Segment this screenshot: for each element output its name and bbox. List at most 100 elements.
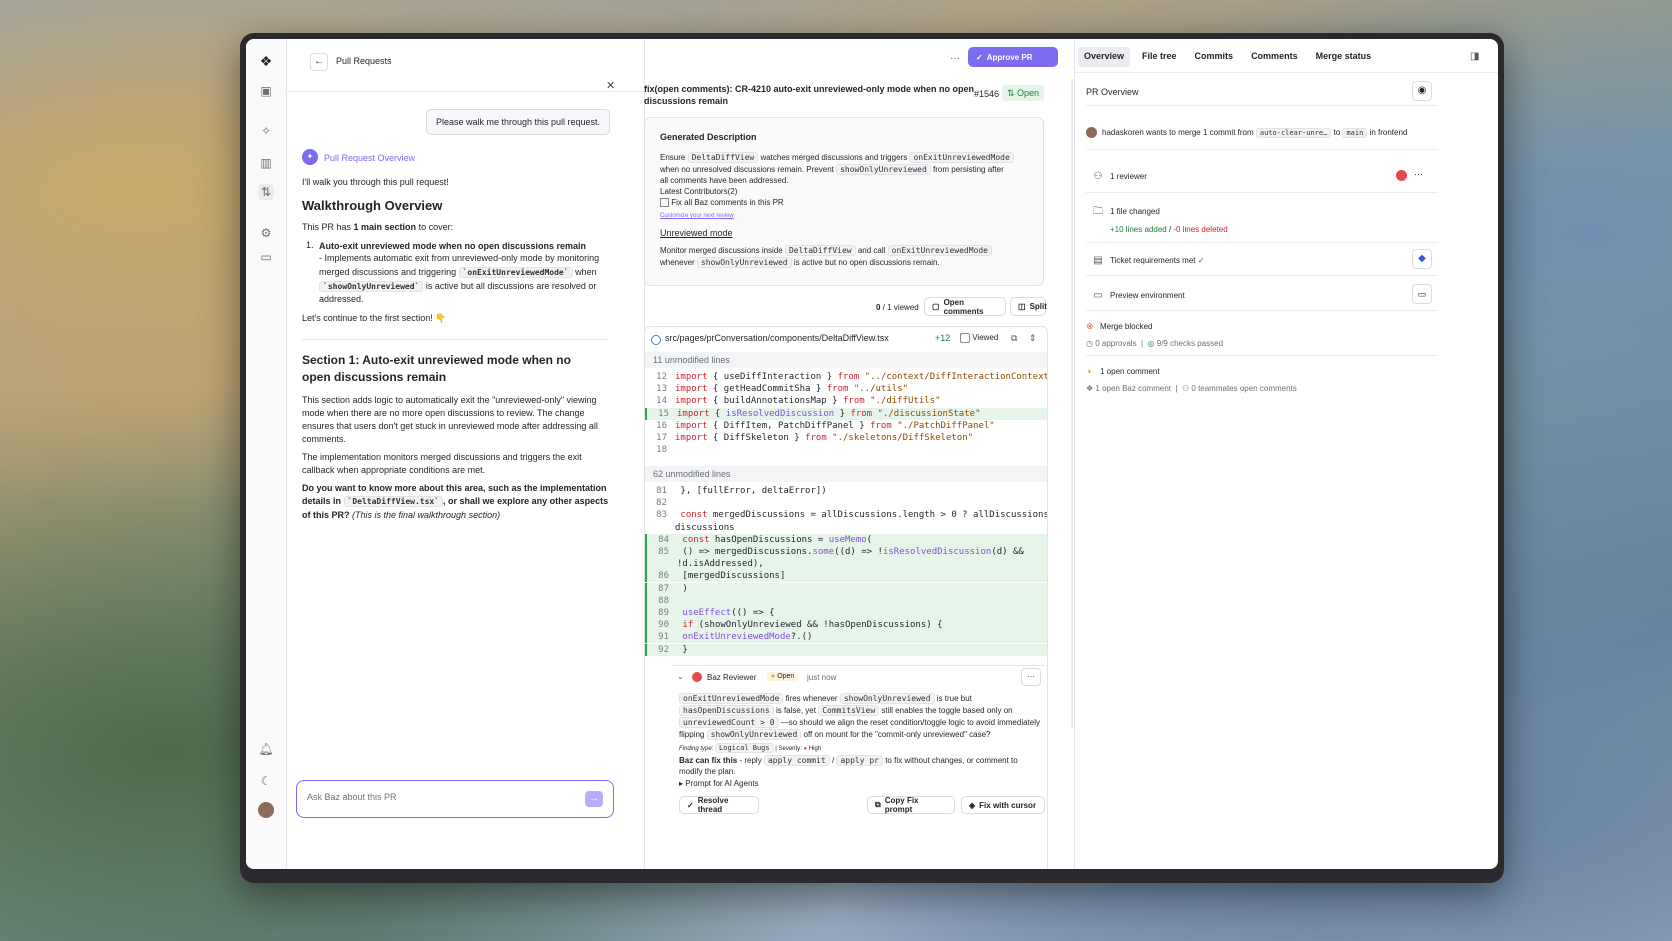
overview-title: PR Overview [1086,87,1139,97]
back-arrow-icon[interactable]: ← [310,53,328,71]
comment-text: flipping showOnlyUnreviewed off on mount… [679,729,991,740]
github-icon[interactable]: ◉ [1412,81,1432,101]
code-line[interactable]: 91 onExitUnreviewedMode?.() [645,631,1047,644]
line-number: 85 [658,547,669,557]
code-line[interactable]: 13 import { getHeadCommitSha } from "../u… [645,383,1047,395]
copy-fix-prompt-button[interactable]: ⧉ Copy Fix prompt [867,796,955,814]
comment-half-icon: ◑ [1086,366,1092,376]
code-line[interactable]: 85 () => mergedDiscussions.some((d) => !… [645,546,1047,558]
pull-request-icon[interactable]: ⇅ [258,184,274,200]
jira-icon[interactable]: ◆ [1412,249,1432,269]
chevron-down-icon[interactable]: ⌄ [677,672,684,681]
approve-pr-button[interactable]: ✓ Approve PR [968,47,1058,67]
tab-file-tree[interactable]: File tree [1136,47,1183,67]
sidebar-toggle-icon[interactable]: ▣ [258,83,274,99]
chat-input[interactable] [305,791,569,803]
fix-all-checkbox[interactable]: Fix all Baz comments in this PR [660,198,784,208]
description-text: all comments have been addressed. [660,176,789,185]
covers-text: This PR has 1 main section to cover: [302,222,454,232]
files-changed: 1 file changed [1110,207,1160,216]
code-line[interactable]: 17 import { DiffSkeleton } from "./skelet… [645,432,1047,444]
fix-text: modify the plan. [679,767,736,776]
unmodified-lines[interactable]: 62 unmodified lines [645,466,1047,482]
line-number: 90 [658,620,669,631]
viewed-toggle[interactable]: Viewed [960,333,998,343]
line-number: 86 [658,571,669,582]
comment-text: onExitUnreviewedMode fires whenever show… [679,693,972,704]
reviewer-avatar[interactable] [1396,170,1407,181]
code-line[interactable]: 14 import { buildAnnotationsMap } from ".… [645,395,1047,407]
code-line[interactable]: 89 useEffect(() => { [645,607,1047,619]
chat-input-box[interactable]: → [296,780,614,818]
code-line[interactable]: 86 [mergedDiscussions] [645,570,1047,583]
chart-icon[interactable]: ▥ [258,155,274,171]
theme-icon[interactable]: ☾ [258,773,274,789]
code-line[interactable]: 15 import { isResolvedDiscussion } from "… [645,407,1047,420]
file-path[interactable]: src/pages/prConversation/components/Delt… [665,333,889,343]
code-line[interactable]: !d.isAddressed), [645,558,1047,571]
line-number: 87 [658,583,669,594]
sparkle-icon[interactable]: ✧ [258,123,274,139]
app-window: ❖ ▣ ✧ ▥ ⇅ ⚙ ▭ 🔔︎ ☾ ← Pull Requests ✕ Ple… [240,33,1504,883]
code-text: }, [fullError, deltaError]) [675,486,827,496]
left-rail: ❖ ▣ ✧ ▥ ⇅ ⚙ ▭ 🔔︎ ☾ [246,39,287,869]
unmodified-lines[interactable]: 11 unmodified lines [645,352,1047,368]
description-text: Ensure DeltaDiffView watches merged disc… [660,152,1014,163]
code-line[interactable]: 92 } [645,643,1047,656]
code-line[interactable]: 81 }, [fullError, deltaError]) [645,485,1047,497]
ticket-status: Ticket requirements met ✓ [1110,256,1205,265]
code-line[interactable]: 87 ) [645,582,1047,595]
line-number: 82 [656,498,667,509]
code-line[interactable]: 16 import { DiffItem, PatchDiffPanel } fr… [645,420,1047,432]
code-line[interactable]: 90 if (showOnlyUnreviewed && !hasOpenDis… [645,619,1047,632]
tab-merge-status[interactable]: Merge status [1310,47,1378,67]
code-line[interactable]: 82 [645,497,1047,509]
tab-commits[interactable]: Commits [1189,47,1240,67]
section-text: mode when there are no more open discuss… [302,408,585,418]
scrollbar[interactable] [1071,79,1073,729]
bell-icon[interactable]: 🔔︎ [258,741,274,757]
resolve-thread-button[interactable]: ✓ Resolve thread [679,796,759,814]
code-text: !d.isAddressed), [677,559,764,570]
reviewer-more-icon[interactable]: ··· [1414,169,1423,179]
code-line[interactable]: 84 const hasOpenDiscussions = useMemo( [645,533,1047,546]
line-number: 13 [656,384,667,395]
avatar[interactable] [258,802,274,818]
continue-text: Let's continue to the first section! 👇 [302,313,447,323]
assistant-name[interactable]: Pull Request Overview [324,153,415,163]
line-number: 81 [656,486,667,496]
settings-icon[interactable]: ⚙ [258,225,274,241]
card-icon[interactable]: ▭ [258,249,274,265]
baz-logo-icon[interactable]: ❖ [258,53,274,69]
preview-open-icon[interactable]: ▭ [1412,284,1432,304]
checkbox[interactable] [960,333,970,343]
split-button[interactable]: ◫ Split [1010,297,1047,316]
code-line[interactable]: 83 const mergedDiscussions = allDiscussi… [645,509,1047,521]
code-text: import { buildAnnotationsMap } from "./d… [675,396,941,407]
comment-more-icon[interactable]: ··· [1021,668,1041,686]
collapse-icon[interactable]: ⇕ [1029,333,1037,344]
code-line[interactable]: discussions [645,522,1047,534]
open-comments-button[interactable]: ▢ Open comments [924,297,1006,316]
split-icon: ◫ [1018,302,1026,311]
fix-with-cursor-button[interactable]: ◈ Fix with cursor [961,796,1045,814]
tab-comments[interactable]: Comments [1245,47,1304,67]
code-text: onExitUnreviewedMode?.() [682,632,813,643]
line-number: 17 [656,433,667,443]
line-number: 89 [658,608,669,618]
copy-icon[interactable]: ⧉ [1011,333,1017,344]
additions-count: +12 [935,333,951,343]
send-icon[interactable]: → [585,791,603,807]
tab-overview[interactable]: Overview [1078,47,1131,67]
description-card: Generated Description Ensure DeltaDiffVi… [644,117,1044,286]
checkbox[interactable] [660,198,669,208]
code-text: import { DiffItem, PatchDiffPanel } from… [675,420,995,431]
prompt-toggle[interactable]: ▸ Prompt for AI Agents [679,779,759,788]
code-line[interactable]: 88 [645,594,1047,607]
panel-toggle-icon[interactable]: ◨ [1470,51,1479,62]
customize-link[interactable]: Customize your next review [660,213,734,219]
more-icon[interactable]: ··· [950,53,960,64]
description-text: when no unresolved discussions remain. P… [660,164,1004,175]
code-line[interactable]: 18 [645,444,1047,456]
code-line[interactable]: 12 import { useDiffInteraction } from "..… [645,371,1047,383]
